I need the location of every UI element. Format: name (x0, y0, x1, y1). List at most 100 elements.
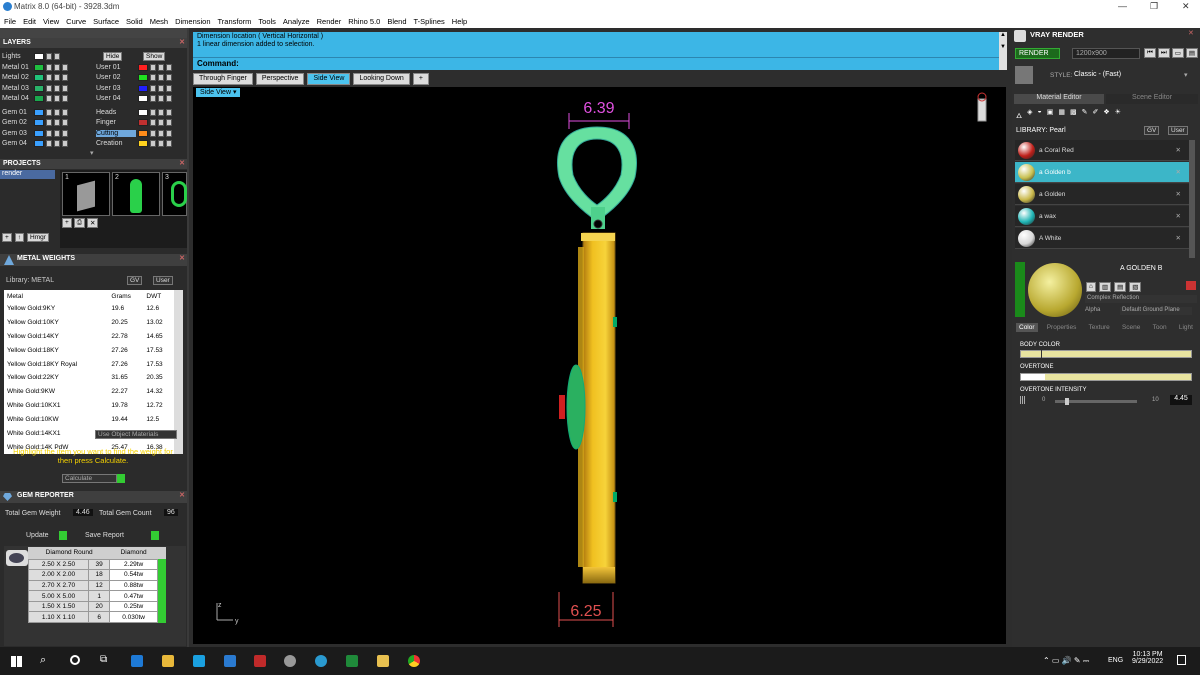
table-row[interactable]: 2.00 X 2.00 18 0.54tw (27, 569, 166, 581)
subtab[interactable]: Texture (1085, 323, 1112, 332)
layer-toggle-icon[interactable] (62, 129, 68, 137)
paint-icon[interactable]: ❖ (1103, 108, 1109, 122)
table-row[interactable]: 5.00 X 5.00 1 0.47tw (27, 590, 166, 602)
menu-item[interactable]: Curve (66, 17, 86, 26)
visible-icon[interactable] (158, 95, 164, 103)
add-tab-icon[interactable]: + (412, 73, 429, 85)
minimize-button[interactable]: — (1118, 1, 1127, 11)
menu-item[interactable]: T-Splines (414, 17, 445, 26)
layer-row[interactable]: Metal 04 (2, 94, 68, 103)
cortana-icon[interactable] (70, 655, 80, 665)
layer-toggle-icon[interactable] (62, 84, 68, 92)
settings-icon[interactable]: ▤ (1185, 48, 1199, 58)
tool-icon[interactable]: ⌂ (1086, 282, 1096, 292)
table-row[interactable]: Yellow Gold:18KY Royal 27.26 17.53 (4, 357, 174, 371)
collapse-icon[interactable]: ▾ (90, 149, 94, 157)
menu-item[interactable]: Surface (93, 17, 119, 26)
chrome-icon[interactable] (408, 655, 420, 667)
visible-icon[interactable] (54, 95, 60, 103)
layer-toggle-icon[interactable] (62, 109, 68, 116)
chevron-down-icon[interactable]: ▾ (1184, 71, 1188, 79)
preview-toggle[interactable] (1015, 262, 1025, 317)
lock-icon[interactable] (46, 109, 52, 116)
view-cube-icon[interactable] (977, 92, 987, 122)
layer-row[interactable]: Finger (96, 118, 172, 127)
close-icon[interactable]: ✕ (1176, 212, 1181, 220)
lock-icon[interactable] (150, 119, 156, 127)
menu-item[interactable]: File (4, 17, 16, 26)
visible-icon[interactable] (54, 109, 60, 116)
visible-icon[interactable] (158, 109, 164, 116)
table-row[interactable]: 1.50 X 1.50 20 0.25tw (27, 600, 166, 613)
command-scrollbar[interactable]: ▲ ▼ (999, 32, 1007, 70)
thumbnail-3[interactable]: 3 (162, 172, 187, 216)
update-go-icon[interactable] (59, 531, 67, 540)
layer-color-swatch[interactable] (34, 109, 44, 116)
menu-item[interactable]: Blend (387, 17, 406, 26)
gv-button[interactable]: GV (127, 276, 143, 285)
layer-toggle-icon[interactable] (62, 119, 68, 127)
metal-icon[interactable]: ◒ (1038, 108, 1042, 122)
gem-tool-icon[interactable]: ◈ (1027, 108, 1032, 122)
layer-toggle-icon[interactable] (166, 140, 172, 148)
use-object-materials-toggle[interactable]: Use Object Materials (95, 430, 177, 439)
table-row[interactable]: 2.50 X 2.50 39 2.29tw (27, 558, 166, 571)
layer-row[interactable]: Gem 02 (2, 118, 68, 127)
lock-icon[interactable] (150, 129, 156, 137)
layer-row[interactable]: Gem 04 (2, 139, 68, 148)
layer-color-swatch[interactable] (138, 119, 148, 127)
layer-color-swatch[interactable] (34, 64, 44, 71)
tool-icon[interactable]: ▥ (1098, 282, 1112, 292)
ground-plane-select[interactable]: Default Ground Plane (1120, 307, 1192, 315)
row-go-icon[interactable] (157, 580, 166, 591)
intensity-slider[interactable] (1055, 398, 1137, 405)
layer-row[interactable]: Cutting (96, 129, 172, 138)
command-line[interactable]: Command: (193, 57, 999, 70)
user-button[interactable]: User (153, 276, 173, 285)
visible-icon[interactable] (158, 84, 164, 92)
close-icon[interactable]: ✕ (1176, 146, 1181, 154)
viewport-label[interactable]: Side View ▾ (196, 88, 241, 97)
lock-icon[interactable] (46, 53, 52, 60)
layer-color-swatch[interactable] (138, 109, 148, 116)
close-icon[interactable]: ✕ (1176, 168, 1181, 176)
lock-icon[interactable] (150, 95, 156, 103)
reflection-select[interactable]: Complex Reflection (1085, 295, 1197, 303)
column-header[interactable]: DWT (143, 290, 174, 302)
layer-row[interactable]: Metal 02 (2, 73, 68, 82)
visible-icon[interactable] (158, 140, 164, 148)
layer-toggle-icon[interactable] (166, 64, 172, 71)
subtab[interactable]: Scene (1119, 323, 1143, 332)
save-report-button[interactable]: Save Report (85, 532, 124, 539)
matrix-icon[interactable] (315, 655, 327, 667)
layer-toggle-icon[interactable] (166, 84, 172, 92)
menu-item[interactable]: Edit (23, 17, 36, 26)
user-button[interactable]: User (1168, 126, 1188, 135)
menu-item[interactable]: Tools (258, 17, 276, 26)
table-row[interactable]: 2.70 X 2.70 12 0.88tw (27, 579, 166, 592)
close-button[interactable]: ✕ (1182, 1, 1190, 12)
layer-row[interactable]: Heads (96, 108, 172, 117)
column-header[interactable]: Grams (108, 290, 143, 302)
layer-color-swatch[interactable] (34, 140, 44, 148)
render-button[interactable]: RENDER (1015, 48, 1060, 59)
layer-toggle-icon[interactable] (166, 74, 172, 82)
layer-row-lights[interactable]: Lights (2, 52, 60, 61)
project-item[interactable]: render (0, 170, 55, 179)
table-row[interactable]: 1.10 X 1.10 6 0.030tw (27, 611, 166, 624)
fire-icon[interactable]: 🜂 (1016, 108, 1022, 122)
layer-color-swatch[interactable] (34, 74, 44, 82)
edge-icon[interactable] (131, 655, 143, 667)
windows-start-icon[interactable] (11, 656, 22, 667)
lock-icon[interactable] (150, 64, 156, 71)
layer-row[interactable]: Gem 01 (2, 108, 68, 117)
column-header[interactable]: Metal (4, 290, 108, 302)
language-indicator[interactable]: ENG (1108, 657, 1123, 664)
viewport-tab[interactable]: Side View (307, 73, 351, 85)
viewport[interactable]: 6.39 6.25 z y (193, 87, 1006, 644)
material-item[interactable]: a Golden ✕ (1015, 184, 1189, 205)
lock-icon[interactable] (46, 95, 52, 103)
style-select[interactable]: Classic - (Fast) (1074, 71, 1121, 78)
layer-color-swatch[interactable] (138, 129, 148, 137)
menu-item[interactable]: Analyze (283, 17, 310, 26)
